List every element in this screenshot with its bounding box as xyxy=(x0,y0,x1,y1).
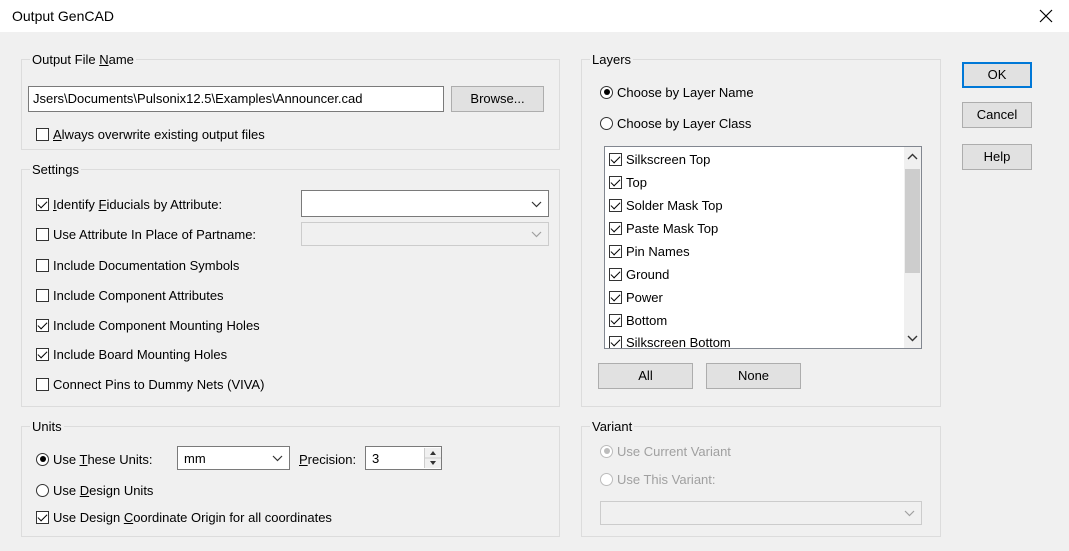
always-overwrite-box[interactable] xyxy=(36,127,49,141)
variant-dropdown[interactable] xyxy=(600,501,922,525)
fiducial-attribute-dropdown[interactable] xyxy=(301,190,549,217)
list-item[interactable]: Power xyxy=(609,287,663,307)
layer-checkbox[interactable] xyxy=(609,175,622,189)
include-board-mounting-holes-label: Include Board Mounting Holes xyxy=(53,346,228,362)
output-file-group-label: Output File Name xyxy=(32,52,134,67)
include-documentation-symbols-checkbox[interactable]: Include Documentation Symbols xyxy=(36,256,239,274)
include-component-attributes-box[interactable] xyxy=(36,288,49,302)
list-item[interactable]: Solder Mask Top xyxy=(609,195,723,215)
help-button[interactable]: Help xyxy=(962,144,1032,170)
include-board-mounting-holes-checkbox[interactable]: Include Board Mounting Holes xyxy=(36,345,227,363)
include-component-attributes-checkbox[interactable]: Include Component Attributes xyxy=(36,286,224,304)
use-these-units-radio[interactable]: Use These Units: xyxy=(36,450,153,468)
layer-checkbox[interactable] xyxy=(609,313,622,327)
layers-group-label: Layers xyxy=(592,52,632,67)
precision-label: Precision: xyxy=(299,452,357,467)
list-item[interactable]: Paste Mask Top xyxy=(609,218,718,238)
layer-checkbox[interactable] xyxy=(609,267,622,281)
output-path-input[interactable]: Jsers\Documents\Pulsonix12.5\Examples\An… xyxy=(28,86,444,112)
use-design-units-radio[interactable]: Use Design Units xyxy=(36,481,153,499)
chevron-down-icon xyxy=(531,201,542,208)
chevron-down-icon xyxy=(272,455,283,462)
use-these-units-label: Use These Units: xyxy=(53,451,153,467)
layer-checkbox[interactable] xyxy=(609,198,622,212)
title-bar: Output GenCAD xyxy=(0,0,1069,32)
close-icon xyxy=(1039,9,1053,23)
use-this-variant-circle[interactable] xyxy=(600,472,613,486)
use-attribute-box[interactable] xyxy=(36,227,49,241)
identify-fiducials-checkbox[interactable]: Identify Fiducials by Attribute: xyxy=(36,195,222,213)
window-title: Output GenCAD xyxy=(12,8,114,24)
layers-list[interactable]: Silkscreen Top Top Solder Mask Top Paste… xyxy=(604,146,922,349)
use-design-origin-checkbox[interactable]: Use Design Coordinate Origin for all coo… xyxy=(36,508,332,526)
use-this-variant-radio[interactable]: Use This Variant: xyxy=(600,470,716,488)
none-button[interactable]: None xyxy=(706,363,801,389)
chevron-down-icon[interactable] xyxy=(904,328,921,348)
ok-button[interactable]: OK xyxy=(962,62,1032,88)
layer-checkbox[interactable] xyxy=(609,244,622,258)
chevron-up-icon[interactable] xyxy=(904,147,921,167)
scroll-thumb[interactable] xyxy=(905,169,920,273)
choose-by-layer-class-label: Choose by Layer Class xyxy=(617,115,752,131)
layer-checkbox[interactable] xyxy=(609,335,622,348)
list-item[interactable]: Pin Names xyxy=(609,241,690,261)
include-component-mounting-holes-box[interactable] xyxy=(36,318,49,332)
use-design-origin-box[interactable] xyxy=(36,510,49,524)
spin-arrows-icon[interactable] xyxy=(424,448,441,468)
chevron-down-icon xyxy=(904,510,915,517)
layer-checkbox[interactable] xyxy=(609,290,622,304)
use-design-units-radio-circle[interactable] xyxy=(36,483,49,497)
list-item[interactable]: Ground xyxy=(609,264,669,284)
use-attribute-checkbox[interactable]: Use Attribute In Place of Partname: xyxy=(36,225,256,243)
units-group-label: Units xyxy=(32,419,62,434)
list-item[interactable]: Silkscreen Bottom xyxy=(609,332,731,348)
include-documentation-symbols-label: Include Documentation Symbols xyxy=(53,257,240,273)
list-item[interactable]: Silkscreen Top xyxy=(609,149,710,169)
settings-group-label: Settings xyxy=(32,162,79,177)
list-item[interactable]: Top xyxy=(609,172,647,192)
use-current-variant-label: Use Current Variant xyxy=(617,443,731,459)
use-these-units-radio-circle[interactable] xyxy=(36,452,49,466)
units-dropdown[interactable]: mm xyxy=(177,446,290,470)
choose-by-layer-name-circle[interactable] xyxy=(600,85,613,99)
use-design-origin-label: Use Design Coordinate Origin for all coo… xyxy=(53,509,332,525)
variant-group-label: Variant xyxy=(592,419,633,434)
include-board-mounting-holes-box[interactable] xyxy=(36,347,49,361)
choose-by-layer-name-label: Choose by Layer Name xyxy=(617,84,754,100)
choose-by-layer-class-radio[interactable]: Choose by Layer Class xyxy=(600,114,751,132)
choose-by-layer-name-radio[interactable]: Choose by Layer Name xyxy=(600,83,754,101)
choose-by-layer-class-circle[interactable] xyxy=(600,116,613,130)
layer-checkbox[interactable] xyxy=(609,221,622,235)
identify-fiducials-box[interactable] xyxy=(36,197,49,211)
include-component-attributes-label: Include Component Attributes xyxy=(53,287,224,303)
include-component-mounting-holes-checkbox[interactable]: Include Component Mounting Holes xyxy=(36,316,260,334)
use-current-variant-radio[interactable]: Use Current Variant xyxy=(600,442,731,460)
precision-spinner[interactable]: 3 xyxy=(365,446,442,470)
include-component-mounting-holes-label: Include Component Mounting Holes xyxy=(53,317,260,333)
use-attribute-label: Use Attribute In Place of Partname: xyxy=(53,226,257,242)
close-button[interactable] xyxy=(1023,0,1069,32)
browse-button[interactable]: Browse... xyxy=(451,86,544,112)
layers-scrollbar[interactable] xyxy=(904,147,921,348)
layer-checkbox[interactable] xyxy=(609,152,622,166)
partname-attribute-dropdown[interactable] xyxy=(301,222,549,246)
always-overwrite-checkbox[interactable]: Always overwrite existing output files xyxy=(36,125,265,143)
cancel-button[interactable]: Cancel xyxy=(962,102,1032,128)
connect-pins-dummy-nets-label: Connect Pins to Dummy Nets (VIVA) xyxy=(53,376,265,392)
use-this-variant-label: Use This Variant: xyxy=(617,471,716,487)
chevron-down-icon xyxy=(531,231,542,238)
include-documentation-symbols-box[interactable] xyxy=(36,258,49,272)
connect-pins-dummy-nets-checkbox[interactable]: Connect Pins to Dummy Nets (VIVA) xyxy=(36,375,264,393)
always-overwrite-label: Always overwrite existing output files xyxy=(53,126,265,142)
connect-pins-dummy-nets-box[interactable] xyxy=(36,377,49,391)
use-current-variant-circle[interactable] xyxy=(600,444,613,458)
identify-fiducials-label: Identify Fiducials by Attribute: xyxy=(53,196,223,212)
list-item[interactable]: Bottom xyxy=(609,310,667,330)
all-button[interactable]: All xyxy=(598,363,693,389)
use-design-units-label: Use Design Units xyxy=(53,482,154,498)
